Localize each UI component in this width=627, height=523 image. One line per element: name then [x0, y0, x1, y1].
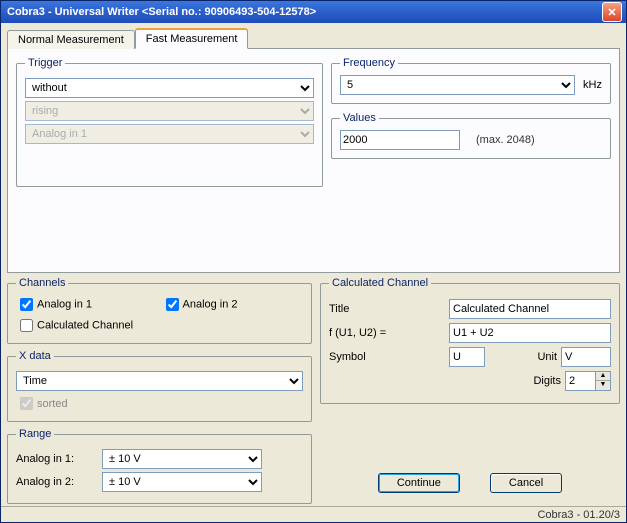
analog1-label: Analog in 1 [37, 299, 92, 311]
tabs-head: Normal Measurement Fast Measurement [7, 28, 620, 49]
sorted-label: sorted [37, 398, 68, 410]
close-icon[interactable]: ✕ [602, 2, 622, 22]
tab-normal-measurement[interactable]: Normal Measurement [7, 30, 135, 49]
cc-digits-label: Digits [533, 375, 561, 387]
analog1-checkbox[interactable]: Analog in 1 [16, 295, 158, 314]
cc-formula-label: f (U1, U2) = [329, 327, 449, 339]
trigger-edge-select: rising [25, 101, 314, 121]
values-input[interactable] [340, 130, 460, 150]
range-legend: Range [16, 428, 54, 440]
statusbar: Cobra3 - 01.20/3 [1, 506, 626, 522]
cc-title-input[interactable] [449, 299, 611, 319]
analog2-label: Analog in 2 [183, 299, 238, 311]
channels-group: Channels Analog in 1 Analog in 2 Calcula… [7, 277, 312, 344]
channels-legend: Channels [16, 277, 68, 289]
sorted-checkbox: sorted [16, 398, 68, 410]
window-title: Cobra3 - Universal Writer <Serial no.: 9… [7, 6, 602, 18]
calcchan-checkbox[interactable]: Calculated Channel [16, 316, 303, 335]
range-group: Range Analog in 1: ± 10 V Analog in 2: ±… [7, 428, 312, 504]
calculated-channel-group: Calculated Channel Title f (U1, U2) = Sy… [320, 277, 620, 404]
frequency-unit: kHz [583, 79, 602, 91]
trigger-source-select: Analog in 1 [25, 124, 314, 144]
range-analog2-label: Analog in 2: [16, 476, 96, 488]
range-analog1-label: Analog in 1: [16, 453, 96, 465]
trigger-group: Trigger without rising Analog in 1 [16, 57, 323, 187]
frequency-select[interactable]: 5 [340, 75, 575, 95]
values-group: Values (max. 2048) [331, 112, 611, 159]
tab-fast-measurement[interactable]: Fast Measurement [135, 28, 249, 49]
xdata-legend: X data [16, 350, 54, 362]
cc-digits-input[interactable] [565, 371, 595, 391]
content-area: Normal Measurement Fast Measurement Trig… [1, 23, 626, 506]
xdata-group: X data Time sorted [7, 350, 312, 422]
cc-title-label: Title [329, 303, 449, 315]
trigger-legend: Trigger [25, 57, 65, 69]
calcchan-label: Calculated Channel [37, 320, 133, 332]
values-hint: (max. 2048) [476, 134, 535, 146]
cc-digits-spinner[interactable]: ▲ ▼ [565, 371, 611, 391]
cc-symbol-label: Symbol [329, 351, 449, 363]
continue-button[interactable]: Continue [378, 473, 460, 493]
dialog-window: Cobra3 - Universal Writer <Serial no.: 9… [0, 0, 627, 523]
titlebar[interactable]: Cobra3 - Universal Writer <Serial no.: 9… [1, 1, 626, 23]
frequency-legend: Frequency [340, 57, 398, 69]
analog2-checkbox[interactable]: Analog in 2 [162, 295, 304, 314]
cancel-button[interactable]: Cancel [490, 473, 562, 493]
lower-area: Channels Analog in 1 Analog in 2 Calcula… [7, 273, 620, 504]
cc-unit-input[interactable] [561, 347, 611, 367]
range-analog2-select[interactable]: ± 10 V [102, 472, 262, 492]
status-text: Cobra3 - 01.20/3 [537, 509, 620, 521]
values-legend: Values [340, 112, 379, 124]
range-analog1-select[interactable]: ± 10 V [102, 449, 262, 469]
cc-formula-input[interactable] [449, 323, 611, 343]
tab-body: Trigger without rising Analog in 1 Frequ… [7, 48, 620, 273]
spinner-up-icon[interactable]: ▲ [596, 372, 610, 381]
xdata-select[interactable]: Time [16, 371, 303, 391]
calcchan-legend: Calculated Channel [329, 277, 431, 289]
cc-unit-label: Unit [537, 351, 557, 363]
trigger-mode-select[interactable]: without [25, 78, 314, 98]
cc-symbol-input[interactable] [449, 347, 485, 367]
spinner-down-icon[interactable]: ▼ [596, 381, 610, 390]
frequency-group: Frequency 5 kHz [331, 57, 611, 104]
